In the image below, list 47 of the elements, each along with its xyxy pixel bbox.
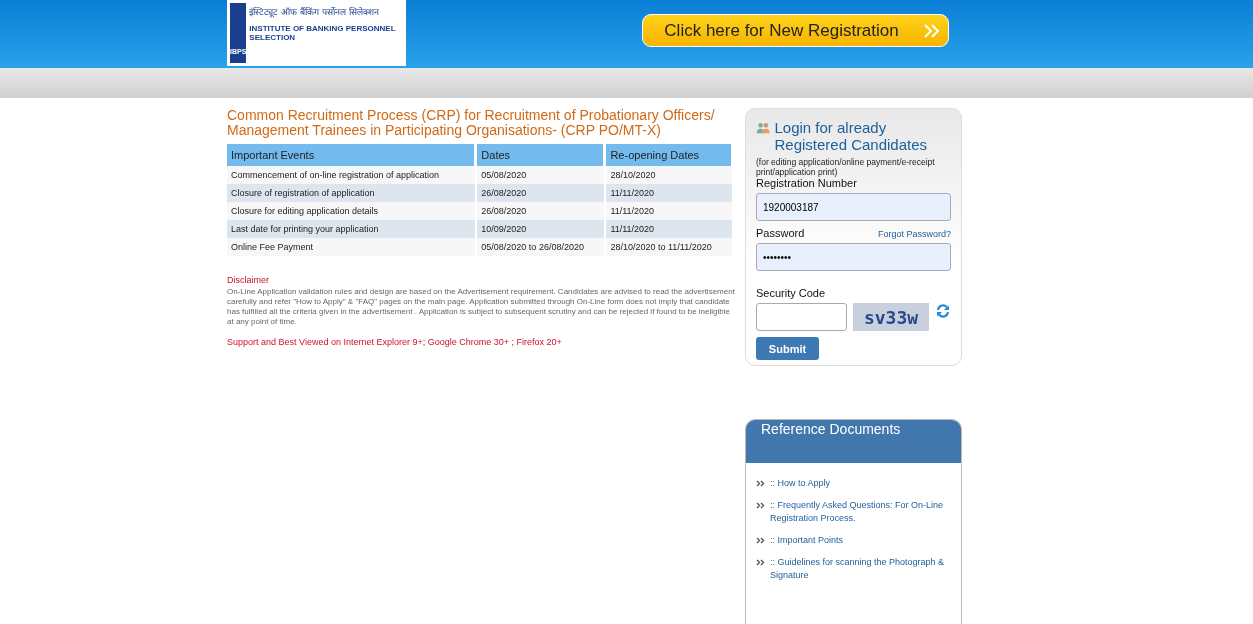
table-cell: 05/08/2020 to 26/08/2020 [477,238,605,256]
table-cell: 11/11/2020 [606,220,732,238]
column-header: Re-opening Dates [606,144,732,166]
registration-number-field[interactable]: 1920003187 [756,193,951,221]
table-cell: Closure of registration of application [227,184,476,202]
reference-title: Reference Documents [761,421,901,437]
table-cell: 11/11/2020 [606,202,732,220]
disclaimer-text: On-Line Application validation rules and design are based on the Advertisement requirement. Candidates are advised to read the advertisement carefully and refer "How to Apply" & "FAQ" pages on the main page. Application submitted through On-Line form does not imply that candidate has fulfilled all the criteria given in the advertisement . Application is subject to subsequent scrutiny and can be rejected if found to be ineligible at any point of time. [227,287,736,327]
column-header: Important Events [227,144,476,166]
captcha-image: sv33w [853,303,929,331]
page-title: Common Recruitment Process (CRP) for Recruitment of Probationary Officers/ Management Trainees in Participating Organisations- (CRP PO/MT-X) [227,108,716,138]
table-cell: 11/11/2020 [606,184,732,202]
disclaimer-title: Disclaimer [227,275,270,285]
table-cell: Last date for printing your application [227,220,476,238]
registration-number-label: Registration Number [756,177,858,189]
double-chevron-icon [922,22,941,39]
table-cell: 26/08/2020 [477,184,605,202]
security-code-field[interactable] [756,303,847,331]
double-chevron-icon [756,559,765,566]
double-chevron-icon [756,480,765,487]
browser-note: Support and Best Viewed on Internet Explorer 9+; Google Chrome 30+ ; Firefox 20+ [227,337,563,347]
login-title: Login for already Registered Candidates [774,119,929,153]
new-registration-button[interactable]: Click here for New Registration [642,14,949,47]
forgot-password-link[interactable]: Forgot Password? [877,229,951,239]
table-cell: Commencement of on-line registration of application [227,166,476,184]
reference-link[interactable]: :: Frequently Asked Questions: For On-Line Registration Process. [770,499,951,525]
refresh-icon[interactable] [935,303,951,319]
logo-hindi-title: इंस्टिट्यूट ऑफ बैंकिंग पर्सोनल सिलेक्शन [249,6,380,18]
table-cell: 26/08/2020 [477,202,605,220]
password-field[interactable]: •••••••• [756,243,951,271]
double-chevron-icon [756,537,765,544]
logo-title: INSTITUTE OF BANKING PERSONNEL SELECTION [249,24,397,42]
reference-link[interactable]: :: Important Points [770,534,844,547]
reference-link[interactable]: :: How to Apply [770,477,831,490]
table-cell: 28/10/2020 [606,166,732,184]
table-cell: Online Fee Payment [227,238,476,256]
reference-link[interactable]: :: Guidelines for scanning the Photograph & Signature [770,556,951,582]
submit-button[interactable]: Submit [756,337,819,360]
login-subtitle: (for editing application/online payment/e-receipt print/application print) [756,157,936,177]
table-cell: Closure for editing application details [227,202,476,220]
double-chevron-icon [756,502,765,509]
security-code-label: Security Code [756,287,827,299]
column-header: Dates [477,144,605,166]
table-cell: 10/09/2020 [477,220,605,238]
table-cell: 28/10/2020 to 11/11/2020 [606,238,732,256]
password-label: Password [756,227,805,239]
table-cell: 05/08/2020 [477,166,605,184]
